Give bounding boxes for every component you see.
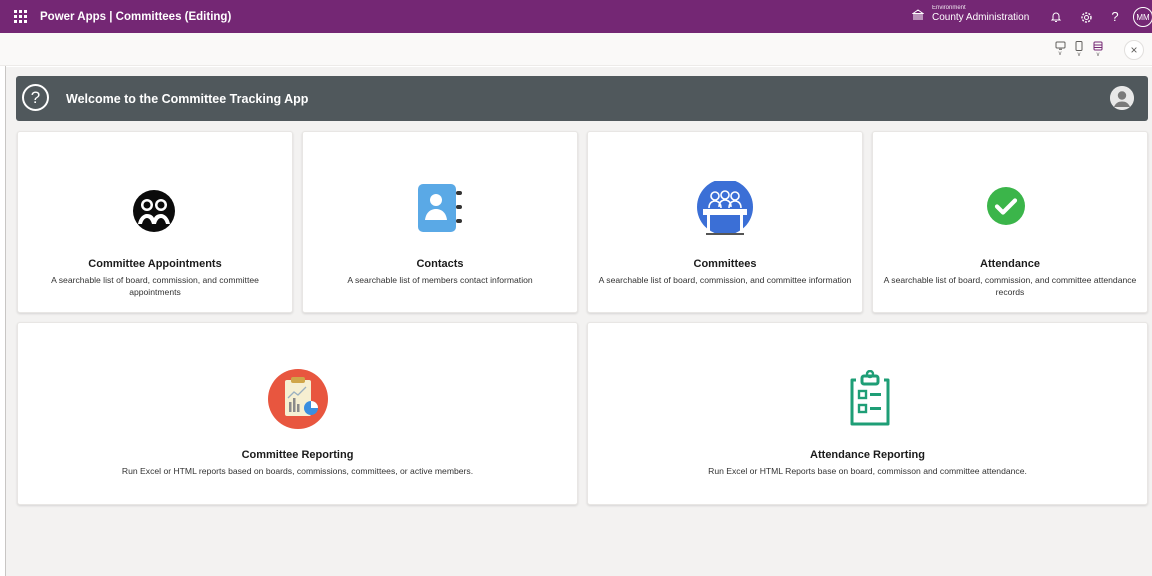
phone-layout-button[interactable]: v bbox=[1072, 41, 1086, 59]
close-button[interactable]: × bbox=[1124, 40, 1144, 60]
card-description: A searchable list of board, commission, … bbox=[51, 275, 259, 297]
card-title: Committee Reporting bbox=[241, 449, 354, 461]
tablet-layout-button[interactable]: v bbox=[1053, 41, 1067, 59]
environment-picker[interactable]: Environment County Administration bbox=[912, 5, 1029, 23]
report-clipboard-chart-icon bbox=[268, 369, 328, 429]
user-avatar[interactable]: MM bbox=[1133, 7, 1152, 27]
card-description: A searchable list of board, commission, … bbox=[598, 275, 852, 285]
committee-meeting-icon bbox=[697, 181, 753, 235]
chevron-down-icon: v bbox=[1096, 52, 1100, 58]
command-bar: v v v bbox=[0, 33, 1152, 66]
environment-label: Environment bbox=[932, 5, 966, 11]
checkmark-circle-icon bbox=[987, 187, 1025, 225]
attendance-reporting-card[interactable]: Attendance Reporting Run Excel or HTML R… bbox=[587, 322, 1148, 505]
suite-bar: Power Apps | Committees (Editing) Enviro… bbox=[0, 0, 1152, 33]
committee-reporting-card[interactable]: Committee Reporting Run Excel or HTML re… bbox=[17, 322, 578, 505]
data-layout-button[interactable]: v bbox=[1091, 41, 1105, 59]
card-description: A searchable list of members contact inf… bbox=[347, 275, 533, 285]
card-title: Attendance Reporting bbox=[810, 449, 925, 461]
database-icon bbox=[1093, 41, 1103, 51]
chevron-down-icon: v bbox=[1077, 52, 1081, 58]
people-group-icon bbox=[133, 190, 175, 232]
help-circle-icon[interactable]: ? bbox=[22, 84, 49, 111]
attendance-card[interactable]: Attendance A searchable list of board, c… bbox=[872, 131, 1148, 313]
notifications-bell-icon[interactable] bbox=[1049, 10, 1063, 24]
environment-name: County Administration bbox=[932, 12, 1030, 23]
contact-book-icon bbox=[418, 184, 462, 232]
page-title: Welcome to the Committee Tracking App bbox=[66, 92, 309, 106]
committee-appointments-card[interactable]: Committee Appointments A searchable list… bbox=[17, 131, 293, 313]
user-profile-icon[interactable] bbox=[1110, 86, 1134, 110]
chevron-down-icon: v bbox=[1058, 51, 1062, 57]
checklist-clipboard-icon bbox=[850, 370, 890, 426]
card-description: A searchable list of board, commission, … bbox=[883, 275, 1137, 297]
tablet-icon bbox=[1055, 41, 1065, 50]
app-title: Power Apps | Committees (Editing) bbox=[40, 10, 232, 23]
environment-icon bbox=[912, 9, 924, 20]
card-description: Run Excel or HTML Reports base on board,… bbox=[708, 466, 1027, 476]
app-launcher-icon[interactable] bbox=[14, 10, 28, 24]
card-description: Run Excel or HTML reports based on board… bbox=[121, 466, 474, 476]
phone-icon bbox=[1075, 41, 1083, 51]
card-title: Contacts bbox=[416, 258, 464, 270]
committees-card[interactable]: Committees A searchable list of board, c… bbox=[587, 131, 863, 313]
contacts-card[interactable]: Contacts A searchable list of members co… bbox=[302, 131, 578, 313]
settings-gear-icon[interactable] bbox=[1079, 10, 1093, 24]
card-title: Attendance bbox=[980, 258, 1040, 270]
card-title: Committee Appointments bbox=[88, 258, 222, 270]
help-icon[interactable]: ? bbox=[1108, 10, 1122, 24]
card-title: Committees bbox=[693, 258, 757, 270]
